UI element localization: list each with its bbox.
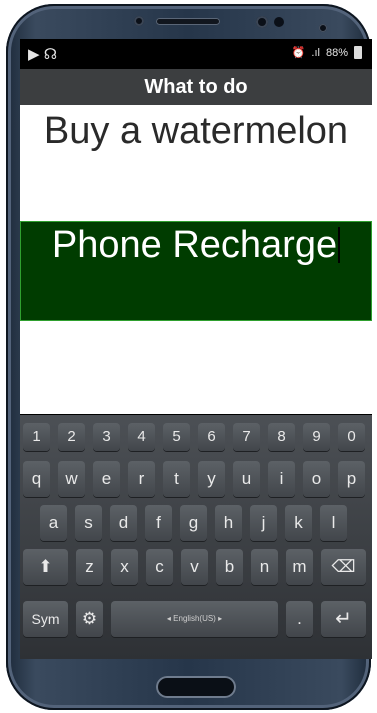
todo-item-selected[interactable]: Phone Recharge	[20, 221, 372, 321]
key-z[interactable]: z	[76, 549, 103, 585]
front-camera	[256, 16, 268, 28]
key-j[interactable]: j	[250, 505, 277, 541]
key-y[interactable]: y	[198, 461, 225, 497]
settings-icon[interactable]: ⚙	[76, 601, 103, 637]
period-key[interactable]: .	[286, 601, 313, 637]
key-f[interactable]: f	[145, 505, 172, 541]
key-o[interactable]: o	[303, 461, 330, 497]
key-w[interactable]: w	[58, 461, 85, 497]
status-bar: ▶ ☊ ⏰ .ıl 88%	[20, 39, 372, 69]
key-c[interactable]: c	[146, 549, 173, 585]
key-x[interactable]: x	[111, 549, 138, 585]
sensor-dot	[134, 16, 144, 26]
key-b[interactable]: b	[216, 549, 243, 585]
speaker-grille	[156, 18, 220, 25]
text-cursor	[338, 227, 341, 263]
key-6[interactable]: 6	[198, 423, 225, 451]
key-t[interactable]: t	[163, 461, 190, 497]
key-9[interactable]: 9	[303, 423, 330, 451]
todo-item-text: Phone Recharge	[51, 224, 338, 266]
onscreen-keyboard: 1 2 3 4 5 6 7 8 9 0 q w e r t y u i o p …	[20, 415, 372, 659]
key-4[interactable]: 4	[128, 423, 155, 451]
key-m[interactable]: m	[286, 549, 313, 585]
home-button[interactable]	[156, 676, 236, 698]
proximity-sensor	[274, 17, 284, 27]
key-s[interactable]: s	[75, 505, 102, 541]
key-i[interactable]: i	[268, 461, 295, 497]
key-h[interactable]: h	[215, 505, 242, 541]
key-1[interactable]: 1	[23, 423, 50, 451]
alarm-icon: ⏰	[291, 47, 306, 59]
status-right: ⏰ .ıl 88%	[292, 46, 362, 59]
notification-led	[319, 24, 327, 32]
key-3[interactable]: 3	[93, 423, 120, 451]
key-n[interactable]: n	[251, 549, 278, 585]
screen: ▶ ☊ ⏰ .ıl 88% What to do Buy a watermelo…	[20, 39, 372, 659]
shift-key[interactable]: ⬆	[23, 549, 68, 585]
key-q[interactable]: q	[23, 461, 50, 497]
key-5[interactable]: 5	[163, 423, 190, 451]
key-7[interactable]: 7	[233, 423, 260, 451]
key-a[interactable]: a	[40, 505, 67, 541]
key-l[interactable]: l	[320, 505, 347, 541]
sym-key[interactable]: Sym	[23, 601, 68, 637]
key-2[interactable]: 2	[58, 423, 85, 451]
key-0[interactable]: 0	[338, 423, 365, 451]
enter-key[interactable]: ↵	[321, 601, 366, 637]
space-key[interactable]: ◂ English(US) ▸	[111, 601, 278, 637]
key-k[interactable]: k	[285, 505, 312, 541]
space-key-label: ◂ English(US) ▸	[166, 614, 223, 623]
key-d[interactable]: d	[110, 505, 137, 541]
todo-list: Buy a watermelon Phone Recharge	[20, 105, 372, 414]
todo-item[interactable]: Buy a watermelon	[20, 109, 372, 221]
key-8[interactable]: 8	[268, 423, 295, 451]
battery-icon	[354, 46, 362, 59]
key-g[interactable]: g	[180, 505, 207, 541]
key-u[interactable]: u	[233, 461, 260, 497]
key-v[interactable]: v	[181, 549, 208, 585]
signal-icon: .ıl	[311, 46, 320, 59]
key-e[interactable]: e	[93, 461, 120, 497]
status-left-icons: ▶ ☊	[28, 46, 58, 63]
backspace-key[interactable]: ⌫	[321, 549, 366, 585]
page-title: What to do	[20, 69, 372, 105]
battery-percent: 88%	[325, 46, 348, 59]
key-r[interactable]: r	[128, 461, 155, 497]
key-p[interactable]: p	[338, 461, 365, 497]
